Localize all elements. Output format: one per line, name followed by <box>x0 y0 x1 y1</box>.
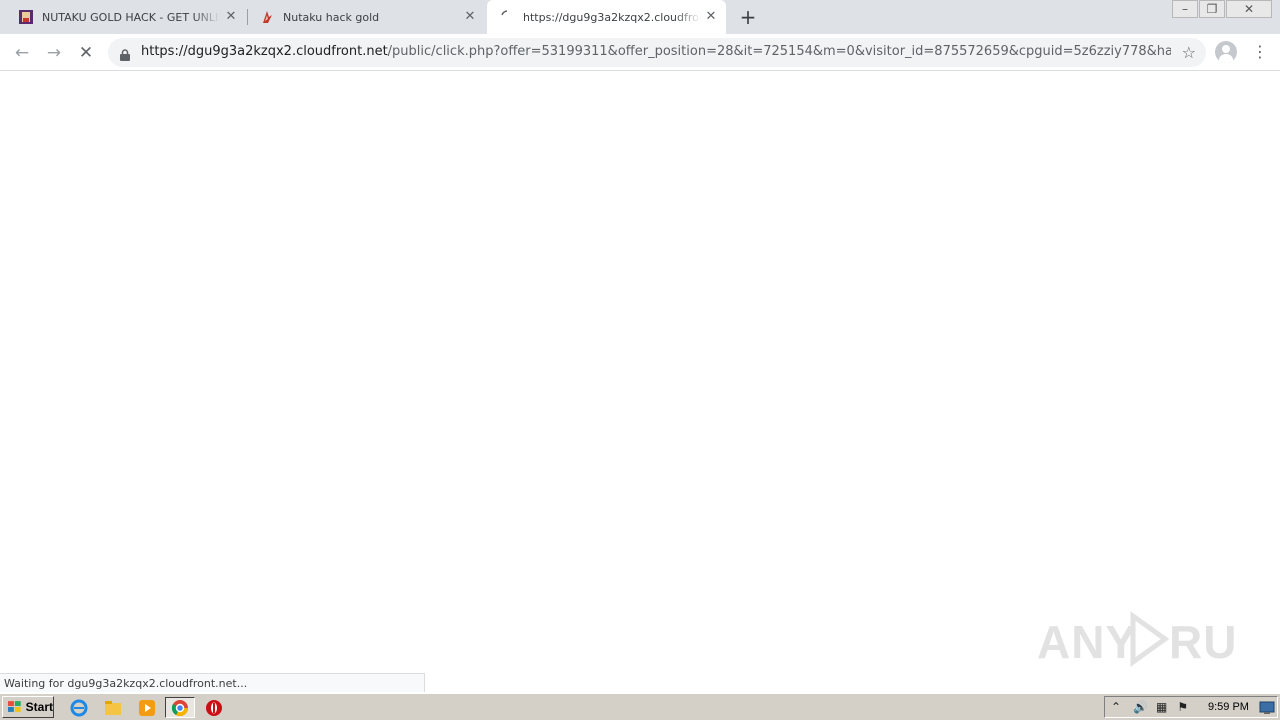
url-text[interactable]: https://dgu9g3a2kzqx2.cloudfront.net/pub… <box>141 44 1171 59</box>
status-bubble: Waiting for dgu9g3a2kzqx2.cloudfront.net… <box>0 673 425 692</box>
tab-title: Nutaku hack gold <box>283 10 380 24</box>
close-tab-icon[interactable]: ✕ <box>463 10 477 24</box>
close-tab-icon[interactable]: ✕ <box>704 10 718 24</box>
page-content <box>0 72 1280 693</box>
windows-logo-icon <box>7 701 21 712</box>
tab-separator <box>247 9 248 25</box>
nutaku-logo-icon <box>259 9 275 25</box>
back-button[interactable]: ← <box>11 42 33 64</box>
browser-menu-icon[interactable]: ⋮ <box>1252 42 1268 62</box>
start-button[interactable]: Start <box>2 696 54 718</box>
start-label: Start <box>25 700 53 714</box>
media-player-icon[interactable] <box>136 697 158 718</box>
chrome-taskbar-icon[interactable] <box>165 697 195 718</box>
forward-button[interactable]: → <box>43 42 65 64</box>
window-controls: – ❐ ✕ <box>1171 0 1272 18</box>
action-center-flag-icon[interactable]: ⚑ <box>1177 700 1188 714</box>
new-tab-button[interactable]: + <box>738 7 758 27</box>
taskbar-clock[interactable]: 9:59 PM <box>1208 701 1249 713</box>
stop-loading-button[interactable]: ✕ <box>75 42 97 64</box>
svg-text:RUN: RUN <box>1169 616 1237 668</box>
tab-nutaku-gold-hack[interactable]: NUTAKU GOLD HACK - GET UNLIMITED ✕ <box>10 0 246 34</box>
show-desktop-icon[interactable] <box>1256 697 1278 718</box>
nutaku-favicon-icon <box>18 9 34 25</box>
tab-title: NUTAKU GOLD HACK - GET UNLIMITED <box>42 10 220 24</box>
internet-explorer-icon[interactable] <box>68 697 90 718</box>
url-path: /public/click.php?offer=53199311&offer_p… <box>387 44 1171 59</box>
anyrun-watermark: ANY RUN <box>1037 608 1237 670</box>
url-host: https://dgu9g3a2kzqx2.cloudfront.net <box>141 44 388 59</box>
profile-avatar[interactable] <box>1215 41 1237 63</box>
opera-icon[interactable] <box>203 697 225 718</box>
close-tab-icon[interactable]: ✕ <box>224 10 238 24</box>
system-tray: ⌃ 🔊 ▦ ⚑ <box>1104 696 1278 718</box>
tab-cloudfront-active[interactable]: https://dgu9g3a2kzqx2.cloudfront.net ✕ <box>487 0 726 34</box>
volume-icon[interactable]: 🔊 <box>1133 700 1148 714</box>
network-icon[interactable]: ▦ <box>1156 700 1167 714</box>
bookmark-star-icon[interactable]: ☆ <box>1182 43 1196 62</box>
svg-text:ANY: ANY <box>1037 616 1137 668</box>
restore-button[interactable]: ❐ <box>1199 0 1225 18</box>
tab-nutaku-hack-gold[interactable]: Nutaku hack gold ✕ <box>249 0 485 34</box>
minimize-button[interactable]: – <box>1172 0 1198 18</box>
loading-spinner-icon <box>499 9 515 25</box>
address-bar[interactable]: https://dgu9g3a2kzqx2.cloudfront.net/pub… <box>108 38 1206 67</box>
file-explorer-icon[interactable] <box>102 697 124 718</box>
tab-strip: NUTAKU GOLD HACK - GET UNLIMITED ✕ Nutak… <box>0 0 1280 34</box>
tray-expand-icon[interactable]: ⌃ <box>1111 700 1121 714</box>
browser-toolbar: ← → ✕ https://dgu9g3a2kzqx2.cloudfront.n… <box>0 34 1280 71</box>
lock-icon[interactable] <box>120 46 130 61</box>
taskbar: Start ⌃ 🔊 ▦ ⚑ 9:59 PM <box>0 693 1280 720</box>
close-window-button[interactable]: ✕ <box>1226 0 1272 18</box>
tab-title: https://dgu9g3a2kzqx2.cloudfront.net <box>523 10 701 24</box>
